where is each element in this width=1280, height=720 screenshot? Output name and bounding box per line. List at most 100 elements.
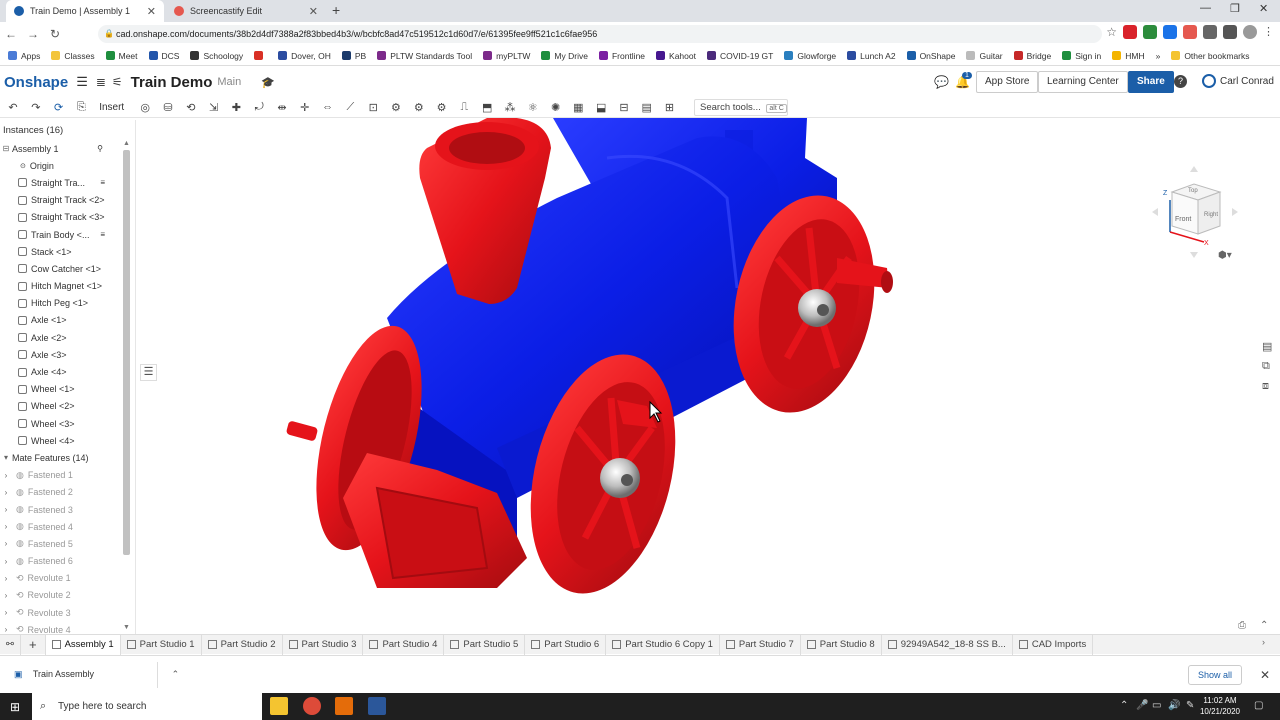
restore-icon[interactable]: ❐ xyxy=(1230,2,1240,15)
tree-item-instance[interactable]: Stack <1> xyxy=(0,243,135,260)
bookmark-item[interactable]: Lunch A2 xyxy=(847,51,896,61)
extension-icon[interactable] xyxy=(1163,25,1177,39)
bookmark-item[interactable]: Classes xyxy=(51,51,95,61)
tree-item-instance[interactable]: Wheel <3> xyxy=(0,415,135,432)
tray-chevron-icon[interactable]: ⌃ xyxy=(1120,700,1128,711)
scroll-up-icon[interactable]: ▲ xyxy=(123,140,130,147)
tree-item-instance[interactable]: Straight Track <3> xyxy=(0,209,135,226)
close-download-bar-icon[interactable]: ✕ xyxy=(1260,668,1270,682)
puzzle-icon[interactable] xyxy=(1203,25,1217,39)
windows-start-icon[interactable]: ⊞ xyxy=(10,700,20,714)
tree-item-mate[interactable]: › ◍ Fastened 1 xyxy=(0,467,135,484)
tangent-mate-icon[interactable]: ⟋ xyxy=(341,99,359,115)
sub-assembly-icon[interactable]: ⚲ xyxy=(97,144,103,153)
bookmark-item[interactable]: Sign in xyxy=(1062,51,1101,61)
tree-item-instance[interactable]: Axle <4> xyxy=(0,363,135,380)
tab-assembly-1[interactable]: Assembly 1 xyxy=(45,634,121,655)
chevron-right-icon[interactable]: › xyxy=(0,557,12,566)
tab-part-studio[interactable]: Part Studio 6 xyxy=(525,634,607,655)
language-icon[interactable]: ✎ xyxy=(1186,700,1194,711)
network-icon[interactable]: ▭ xyxy=(1152,700,1161,711)
measure-icon[interactable]: ⬓ xyxy=(592,99,610,115)
extension-icon[interactable] xyxy=(1143,25,1157,39)
mate-features-header[interactable]: ▾ Mate Features (14) xyxy=(0,449,135,466)
file-explorer-icon[interactable] xyxy=(270,697,288,715)
linear-relation-icon[interactable]: ⎍ xyxy=(455,99,473,115)
tab-imported-part[interactable]: 92949A542_18-8 SS B... xyxy=(882,634,1013,655)
bookmark-folder-other[interactable]: Other bookmarks xyxy=(1171,51,1250,61)
browser-tab-train-demo[interactable]: Train Demo | Assembly 1 ✕ xyxy=(6,0,164,22)
cylindrical-mate-icon[interactable]: ⤾ xyxy=(250,99,268,115)
tree-item-instance[interactable]: Hitch Magnet <1> xyxy=(0,278,135,295)
tab-part-studio[interactable]: Part Studio 7 xyxy=(720,634,801,655)
graphics-viewport[interactable]: ☰ xyxy=(137,118,1280,634)
tree-item-instance[interactable]: Straight Track <2> xyxy=(0,192,135,209)
bookmark-gmail-item[interactable] xyxy=(254,51,267,60)
microphone-icon[interactable]: 🎤 xyxy=(1136,700,1148,711)
bookmark-item[interactable]: HMH xyxy=(1112,51,1145,61)
taskbar-clock[interactable]: 11:02 AM 10/21/2020 xyxy=(1200,695,1240,717)
bookmark-item[interactable]: Meet xyxy=(105,51,138,61)
bookmark-item[interactable]: Apps xyxy=(8,51,40,61)
tree-item-instance[interactable]: Axle <1> xyxy=(0,312,135,329)
chevron-right-icon[interactable]: › xyxy=(0,505,12,514)
insert-button[interactable]: Insert xyxy=(99,102,124,113)
chrome-icon[interactable] xyxy=(303,697,321,715)
adblock-icon[interactable] xyxy=(1123,25,1137,39)
hamburger-menu-icon[interactable]: ☰ xyxy=(76,74,88,90)
group-icon[interactable]: ⊡ xyxy=(364,99,382,115)
chevron-right-icon[interactable]: › xyxy=(0,539,12,548)
help-icon[interactable]: ? xyxy=(1174,75,1187,88)
add-tab-icon[interactable]: + xyxy=(21,634,46,655)
download-item[interactable]: ▣ Train Assembly ⌃ xyxy=(14,669,179,680)
print-icon[interactable]: ⎙ xyxy=(1238,620,1246,631)
chevron-right-icon[interactable]: › xyxy=(0,591,12,600)
learning-center-button[interactable]: Learning Center xyxy=(1038,71,1128,93)
star-icon[interactable]: ☆ xyxy=(1106,25,1117,39)
configuration-icon[interactable]: ⊞ xyxy=(661,99,679,115)
redo-icon[interactable]: ↷ xyxy=(27,99,45,115)
train-model[interactable] xyxy=(137,118,1280,634)
tree-item-instance[interactable]: Straight Tra... ≡ xyxy=(0,174,135,191)
view-cube-right-label[interactable]: Right xyxy=(1204,212,1218,218)
mate-values-icon[interactable]: ⧈ xyxy=(1262,380,1278,393)
education-cap-icon[interactable]: 🎓 xyxy=(261,76,275,89)
view-cube-top-label[interactable]: Top xyxy=(1188,188,1198,194)
bookmark-item[interactable]: Glowforge xyxy=(784,51,836,61)
slider-mate-icon[interactable]: ⇲ xyxy=(205,99,223,115)
app-icon[interactable] xyxy=(368,697,386,715)
tree-item-mate[interactable]: › ◍ Fastened 3 xyxy=(0,501,135,518)
parallel-mate-icon[interactable]: ⇔ xyxy=(319,99,337,115)
user-avatar[interactable] xyxy=(1202,74,1216,88)
bookmark-item[interactable]: PB xyxy=(341,51,366,61)
show-all-button[interactable]: Show all xyxy=(1187,665,1242,685)
tab-part-studio[interactable]: Part Studio 6 Copy 1 xyxy=(606,634,720,655)
explode-icon[interactable]: ✺ xyxy=(547,99,565,115)
tree-item-instance[interactable]: Wheel <1> xyxy=(0,381,135,398)
section-view-icon[interactable]: ▦ xyxy=(569,99,587,115)
reload-icon[interactable]: ↻ xyxy=(44,27,66,41)
back-icon[interactable]: ← xyxy=(0,27,22,41)
notification-center-icon[interactable]: ▢ xyxy=(1254,700,1263,711)
taskbar-search-input[interactable]: ⌕ Type here to search xyxy=(32,693,262,720)
appearance-icon[interactable]: ⧉ xyxy=(1262,360,1278,373)
tree-item-origin[interactable]: ⊙ Origin xyxy=(0,157,135,174)
chevron-right-icon[interactable]: › xyxy=(0,608,12,617)
mate-connector-icon[interactable]: ◎ xyxy=(136,99,154,115)
tree-item-instance[interactable]: Train Body <... ≡ xyxy=(0,226,135,243)
comments-icon[interactable]: 💬 xyxy=(934,75,949,89)
new-tab-icon[interactable]: + xyxy=(332,2,340,18)
tree-item-instance[interactable]: Hitch Peg <1> xyxy=(0,295,135,312)
playlist-icon[interactable] xyxy=(1223,25,1237,39)
mirror-icon[interactable]: ⚛ xyxy=(524,99,542,115)
bookmark-item[interactable]: DCS xyxy=(148,51,179,61)
bookmark-item[interactable]: myPLTW xyxy=(483,51,530,61)
insert-icon[interactable]: ⎘ xyxy=(72,99,90,115)
chevron-right-icon[interactable]: › xyxy=(0,522,12,531)
tree-item-mate[interactable]: › ◍ Fastened 2 xyxy=(0,484,135,501)
forward-icon[interactable]: → xyxy=(22,27,44,41)
bookmark-item[interactable]: Guitar xyxy=(966,51,1003,61)
tree-item-mate[interactable]: › ⟲ Revolute 4 xyxy=(0,621,135,634)
chevron-right-icon[interactable]: › xyxy=(0,488,12,497)
chevron-right-icon[interactable]: › xyxy=(0,574,12,583)
